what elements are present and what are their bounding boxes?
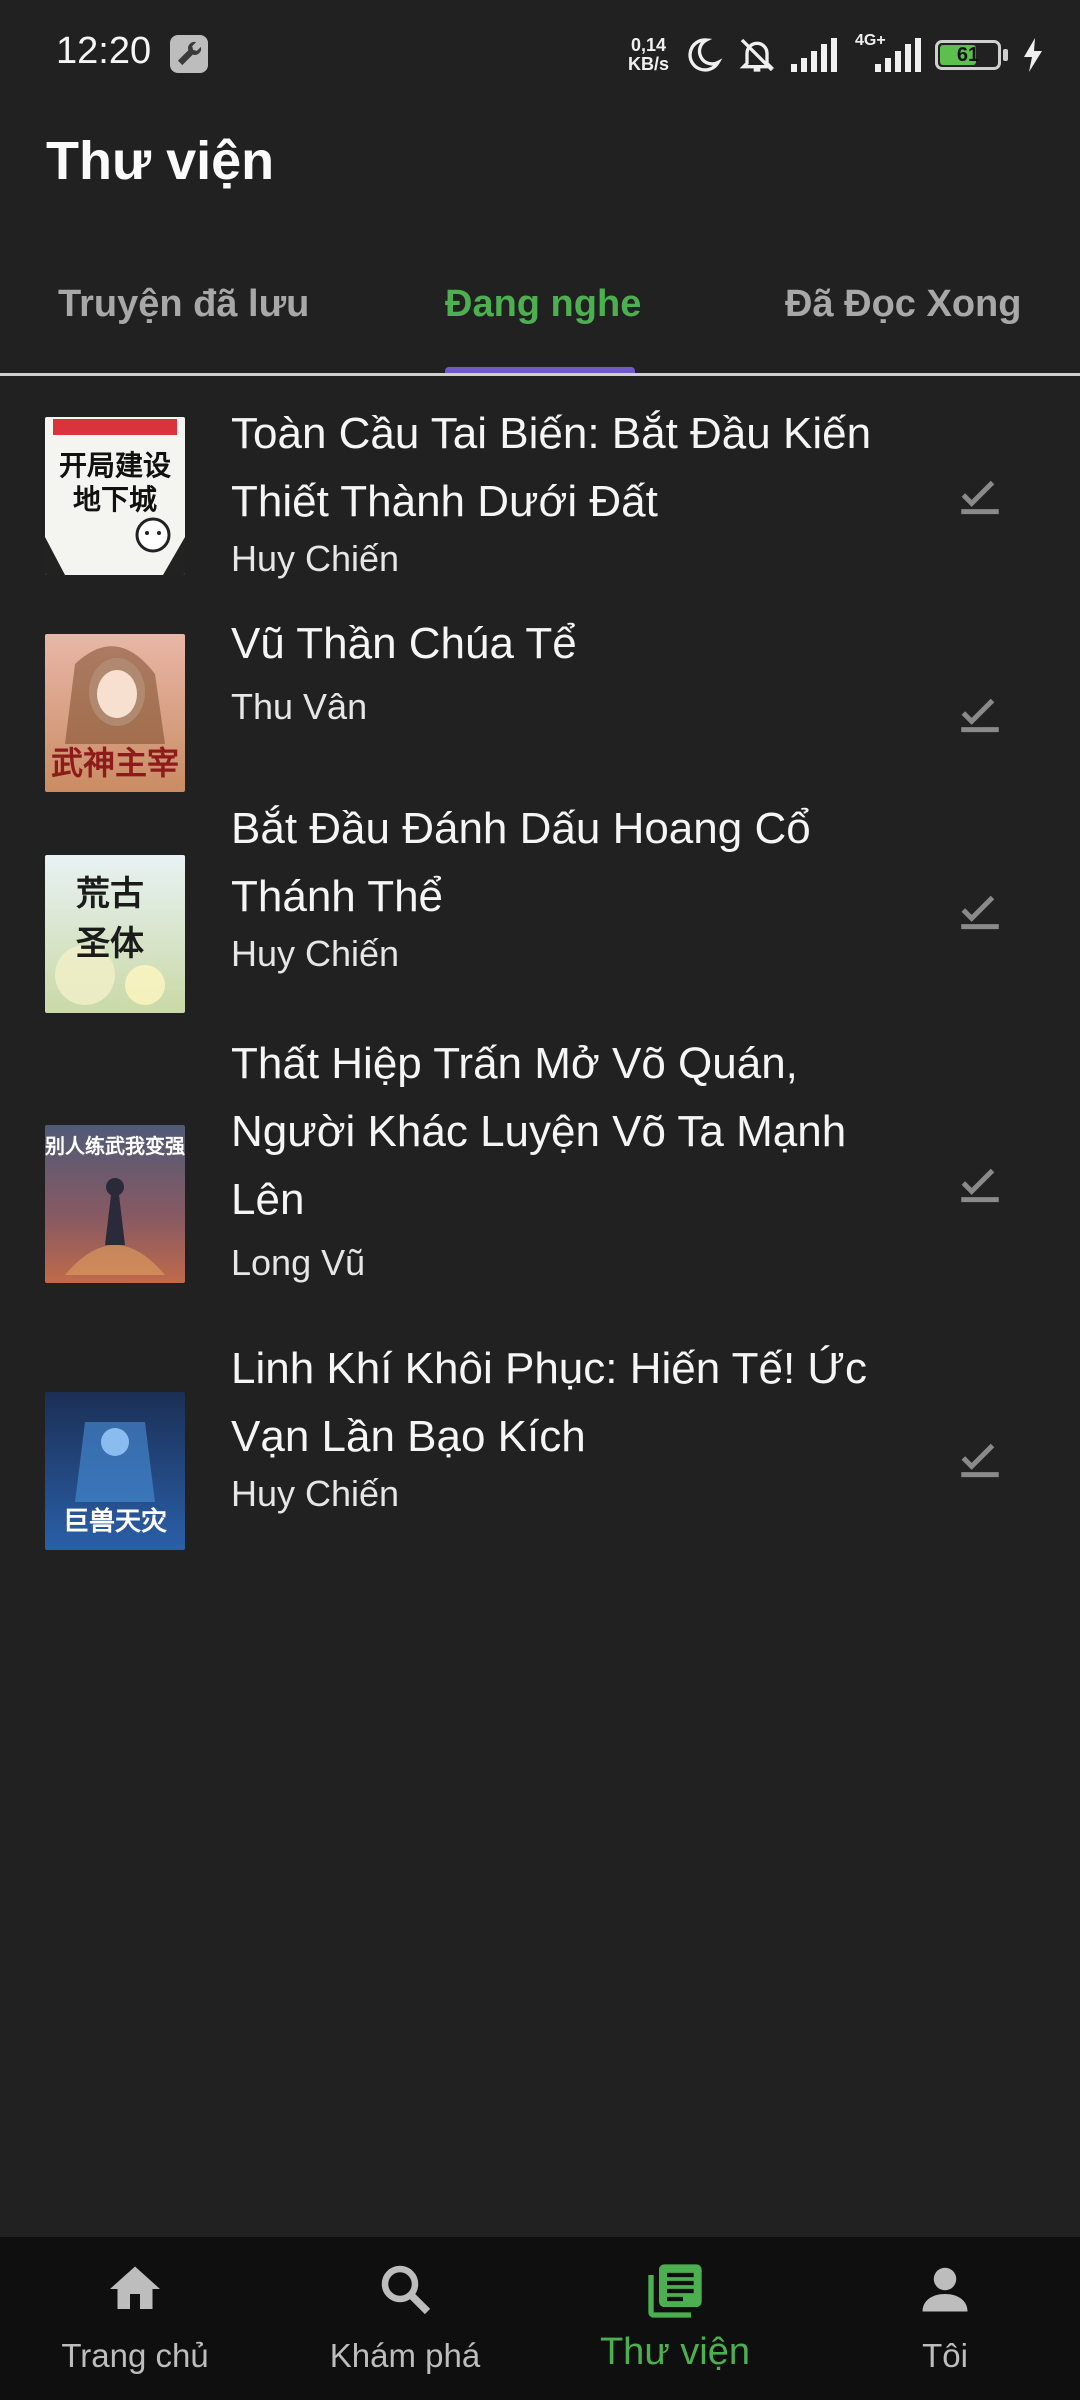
book-cover: 别人练武我变强 (45, 1125, 185, 1283)
list-item[interactable]: 开局建设 地下城 Toàn Cầu Tai Biến: Bắt Đầu Kiến… (0, 390, 1080, 600)
check-icon[interactable] (955, 688, 1005, 738)
tab-bar: Truyện đã lưu Đang nghe Đã Đọc Xong (0, 255, 1080, 376)
svg-text:地下城: 地下城 (73, 483, 157, 516)
nav-label: Trang chủ (61, 2337, 209, 2374)
svg-text:巨兽天灾: 巨兽天灾 (63, 1506, 167, 1537)
book-title: Bắt Đầu Đánh Dấu Hoang Cổ Thánh Thể (231, 804, 811, 921)
book-author: Huy Chiến (231, 1473, 400, 1514)
check-icon[interactable] (955, 1433, 1005, 1483)
tab-divider (0, 373, 1080, 376)
list-item[interactable]: 巨兽天灾 Linh Khí Khôi Phục: Hiến Tế! Ức Vạn… (0, 1335, 1080, 1565)
book-cover: 荒古 圣体 (45, 855, 185, 1013)
bottom-nav: Trang chủ Khám phá Thư viện Tôi (0, 2237, 1080, 2400)
list-item[interactable]: 荒古 圣体 Bắt Đầu Đánh Dấu Hoang Cổ Thánh Th… (0, 795, 1080, 1025)
tab-saved-stories[interactable]: Truyện đã lưu (58, 283, 309, 326)
book-author: Thu Vân (231, 686, 368, 727)
nav-item-explore[interactable]: Khám phá (270, 2237, 540, 2400)
network-type: 4G+ (855, 32, 886, 49)
nav-item-library[interactable]: Thư viện (540, 2237, 810, 2400)
nav-item-me[interactable]: Tôi (810, 2237, 1080, 2400)
battery-tip (1003, 49, 1008, 61)
library-icon (643, 2259, 707, 2328)
svg-text:荒古: 荒古 (76, 874, 144, 914)
nav-label: Khám phá (329, 2337, 481, 2374)
page-title: Thư viện (46, 131, 275, 191)
status-bar: 12:20 0,14 KB/s 4G+ 61 (0, 0, 1080, 110)
home-icon (105, 2259, 165, 2324)
book-title: Thất Hiệp Trấn Mở Võ Quán, Người Khác Lu… (231, 1039, 847, 1224)
book-author: Huy Chiến (231, 538, 400, 579)
book-author: Huy Chiến (231, 933, 400, 974)
svg-text:别人练武我变强: 别人练武我变强 (45, 1134, 185, 1158)
check-icon[interactable] (955, 885, 1005, 935)
nav-label: Thư viện (599, 2331, 751, 2373)
bell-off-icon (737, 35, 777, 75)
svg-text:圣体: 圣体 (76, 924, 144, 964)
network-speed-unit: KB/s (627, 54, 669, 74)
book-title: Vũ Thần Chúa Tể (231, 619, 577, 668)
cover-lettering: 开局建设 (59, 449, 171, 482)
book-cover: 巨兽天灾 (45, 1392, 185, 1550)
battery-icon: 61 (935, 40, 1001, 70)
charging-icon (1022, 38, 1044, 72)
list-item[interactable]: 武神主宰 Vũ Thần Chúa Tể Thu Vân (0, 610, 1080, 792)
signal-4g-icon: 4G+ (855, 32, 921, 72)
person-icon (915, 2259, 975, 2324)
battery-level: 61 (956, 44, 980, 66)
search-icon (375, 2259, 435, 2324)
book-title: Linh Khí Khôi Phục: Hiến Tế! Ức Vạn Lần … (231, 1344, 868, 1461)
check-icon[interactable] (955, 470, 1005, 520)
tab-listening[interactable]: Đang nghe (445, 283, 641, 326)
network-speed: 0,14 KB/s (628, 36, 669, 74)
network-speed-value: 0,14 (630, 35, 667, 55)
book-cover: 开局建设 地下城 (45, 417, 185, 575)
svg-text:武神主宰: 武神主宰 (51, 744, 179, 782)
nav-label: Tôi (922, 2337, 968, 2374)
signal-icon (791, 38, 841, 72)
book-cover: 武神主宰 (45, 634, 185, 792)
list-item[interactable]: 别人练武我变强 Thất Hiệp Trấn Mở Võ Quán, Người… (0, 1030, 1080, 1330)
wrench-icon (170, 35, 208, 73)
nav-item-home[interactable]: Trang chủ (0, 2237, 270, 2400)
moon-icon (683, 35, 723, 75)
tab-finished[interactable]: Đã Đọc Xong (785, 283, 1021, 326)
book-author: Long Vũ (231, 1242, 366, 1283)
check-icon[interactable] (955, 1158, 1005, 1208)
status-icons: 0,14 KB/s 4G+ 61 (628, 30, 1044, 80)
book-title: Toàn Cầu Tai Biến: Bắt Đầu Kiến Thiết Th… (231, 409, 872, 526)
status-time: 12:20 (56, 30, 152, 72)
